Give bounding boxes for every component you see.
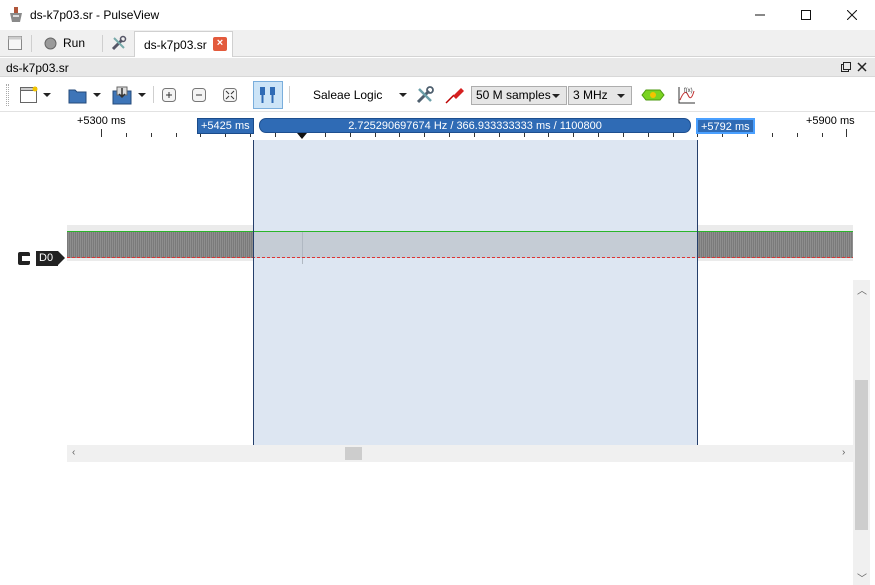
sample-count-select[interactable]: 50 M samples xyxy=(471,86,567,105)
chevron-down-icon xyxy=(92,93,101,97)
horizontal-scrollbar[interactable]: ‹ › xyxy=(67,445,853,462)
new-view-icon xyxy=(19,86,37,103)
zoom-out-icon xyxy=(192,88,206,102)
run-label: Run xyxy=(63,36,86,50)
ruler-label-right: +5900 ms xyxy=(806,115,855,127)
configure-device-button[interactable] xyxy=(414,83,436,107)
add-decoder-button[interactable] xyxy=(640,83,666,107)
cursors-icon xyxy=(260,87,275,103)
tab-session[interactable]: ds-k7p03.sr × xyxy=(134,31,233,57)
trace-view[interactable]: D0 ︿ ﹀ xyxy=(0,140,875,585)
vertical-scroll-thumb[interactable] xyxy=(855,380,868,530)
scroll-right-icon[interactable]: › xyxy=(842,447,845,458)
channel-header-area: D0 xyxy=(0,140,67,445)
cursor-1-line[interactable] xyxy=(253,140,254,445)
zoom-out-button[interactable] xyxy=(189,83,209,107)
maximize-button[interactable] xyxy=(783,0,829,30)
session-tab-label: ds-k7p03.sr xyxy=(144,37,207,52)
new-session-button[interactable] xyxy=(6,33,24,53)
dock-title-bar: ds-k7p03.sr xyxy=(0,58,875,77)
signal-high-line xyxy=(67,231,853,232)
scroll-down-icon[interactable]: ﹀ xyxy=(857,570,867,585)
close-dock-icon[interactable] xyxy=(857,62,867,72)
show-cursors-button[interactable] xyxy=(253,81,283,109)
title-bar: ds-k7p03.sr - PulseView xyxy=(0,0,875,30)
logic-channel-icon xyxy=(18,252,30,265)
cursor-2-flag[interactable]: +5792 ms xyxy=(696,118,755,134)
vertical-scrollbar[interactable]: ︿ ﹀ xyxy=(853,280,870,585)
d0-signal-trace-selected xyxy=(253,231,698,258)
dock-title: ds-k7p03.sr xyxy=(6,61,69,75)
channel-label-arrow xyxy=(58,251,65,265)
new-view-button[interactable] xyxy=(16,83,54,107)
cursor-selection-region xyxy=(253,140,698,445)
add-math-button[interactable]: f(x) xyxy=(674,83,698,107)
open-button[interactable] xyxy=(65,83,103,107)
minimize-button[interactable] xyxy=(737,0,783,30)
math-graph-icon: f(x) xyxy=(678,87,695,104)
tools-icon xyxy=(416,86,434,104)
time-ruler[interactable]: +5300 ms +5900 ms +5425 ms 2.72529069767… xyxy=(0,113,875,140)
run-button[interactable]: Run xyxy=(44,33,94,53)
scroll-up-icon[interactable]: ︿ xyxy=(857,282,867,297)
horizontal-scroll-thumb[interactable] xyxy=(345,447,362,460)
zoom-in-button[interactable] xyxy=(159,83,179,107)
device-settings-button[interactable] xyxy=(109,33,129,53)
pulseview-app-icon xyxy=(10,7,22,22)
signal-viewport[interactable] xyxy=(67,140,853,445)
probe-config-button[interactable] xyxy=(443,83,467,107)
new-session-icon xyxy=(8,36,22,50)
sample-rate-select[interactable]: 3 MHz xyxy=(568,86,632,105)
ruler-label-left: +5300 ms xyxy=(77,115,126,127)
trigger-marker-icon xyxy=(297,133,307,139)
close-button[interactable] xyxy=(829,0,875,30)
zoom-fit-icon xyxy=(223,88,237,102)
main-toolbar: Saleae Logic 50 M samples 3 MHz f(x) xyxy=(0,78,875,112)
channel-label-d0[interactable]: D0 xyxy=(36,251,58,266)
session-tab-bar: Run ds-k7p03.sr × xyxy=(0,30,875,57)
svg-text:f(x): f(x) xyxy=(684,88,693,94)
window-title: ds-k7p03.sr - PulseView xyxy=(30,8,160,22)
signal-low-line xyxy=(67,257,853,258)
cursor-2-line[interactable] xyxy=(697,140,698,445)
folder-open-icon xyxy=(68,89,86,104)
save-button[interactable] xyxy=(108,83,148,107)
chevron-down-icon xyxy=(42,93,51,97)
chevron-down-icon xyxy=(399,93,407,97)
trigger-line xyxy=(302,231,303,264)
cursor-1-flag[interactable]: +5425 ms xyxy=(197,118,254,134)
device-selector[interactable]: Saleae Logic xyxy=(307,83,411,107)
zoom-in-icon xyxy=(162,88,176,102)
chevron-down-icon xyxy=(137,93,146,97)
chevron-down-icon xyxy=(552,94,560,98)
run-icon xyxy=(44,37,57,49)
sample-rate-value: 3 MHz xyxy=(573,88,608,102)
sample-count-value: 50 M samples xyxy=(476,88,551,102)
chevron-down-icon xyxy=(617,94,625,98)
float-dock-icon[interactable] xyxy=(841,62,851,72)
tools-icon xyxy=(111,35,127,51)
zoom-fit-button[interactable] xyxy=(219,83,241,107)
cursor-measurement-bar[interactable]: 2.725290697674 Hz / 366.933333333 ms / 1… xyxy=(259,118,691,133)
decoder-icon xyxy=(641,89,665,101)
scroll-left-icon[interactable]: ‹ xyxy=(72,447,75,458)
save-icon xyxy=(112,86,131,105)
close-tab-icon[interactable]: × xyxy=(213,37,227,51)
device-name: Saleae Logic xyxy=(313,88,383,102)
probe-icon xyxy=(445,88,464,104)
